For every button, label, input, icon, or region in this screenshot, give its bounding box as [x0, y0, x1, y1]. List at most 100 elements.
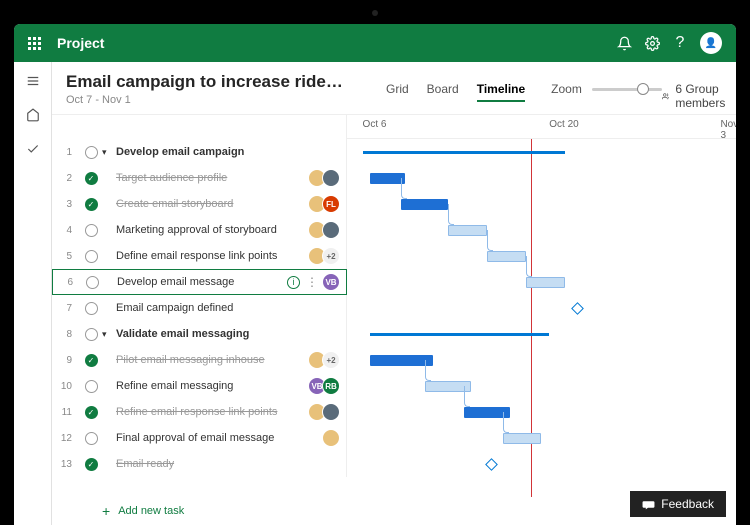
gantt-cell — [347, 191, 736, 217]
task-cell[interactable]: 2Target audience profile — [52, 165, 347, 191]
timeline-tick: Oct 6 — [363, 119, 387, 130]
gantt-cell — [347, 217, 736, 243]
task-name[interactable]: Validate email messaging — [116, 328, 340, 340]
complete-toggle[interactable] — [85, 328, 98, 341]
complete-toggle[interactable] — [85, 172, 98, 185]
task-cell[interactable]: 9Pilot email messaging inhouse+2 — [52, 347, 347, 373]
user-avatar[interactable]: 👤 — [700, 32, 722, 54]
task-name[interactable]: Email campaign defined — [116, 302, 340, 314]
complete-toggle[interactable] — [85, 146, 98, 159]
assignee-avatar[interactable]: +2 — [322, 351, 340, 369]
task-name[interactable]: Develop email message — [117, 276, 287, 288]
help-icon[interactable]: ? — [666, 29, 694, 57]
task-cell[interactable]: 6 Develop email messagei ⋮ VB — [52, 269, 347, 295]
task-name[interactable]: Refine email response link points — [116, 406, 312, 418]
task-cell[interactable]: 11Refine email response link points — [52, 399, 347, 425]
task-bar[interactable] — [370, 355, 432, 366]
complete-toggle[interactable] — [85, 380, 98, 393]
complete-toggle[interactable] — [85, 458, 98, 471]
task-cell[interactable]: 8 ▾Validate email messaging — [52, 321, 347, 347]
zoom-slider[interactable] — [592, 88, 662, 91]
expand-caret[interactable]: ▾ — [102, 329, 116, 340]
task-name[interactable]: Final approval of email message — [116, 432, 326, 444]
task-bar[interactable] — [448, 225, 487, 236]
task-bar[interactable] — [526, 277, 565, 288]
complete-toggle[interactable] — [86, 276, 99, 289]
app-name: Project — [57, 35, 104, 51]
dependency-link — [425, 360, 431, 381]
summary-bar[interactable] — [370, 333, 549, 336]
row-number: 5 — [52, 251, 80, 262]
menu-icon[interactable] — [17, 68, 49, 94]
complete-toggle[interactable] — [85, 302, 98, 315]
notifications-icon[interactable] — [610, 29, 638, 57]
settings-icon[interactable] — [638, 29, 666, 57]
task-name[interactable]: Marketing approval of storyboard — [116, 224, 312, 236]
milestone-marker[interactable] — [485, 458, 498, 471]
task-name[interactable]: Develop email campaign — [116, 146, 340, 158]
date-range: Oct 7 - Nov 1 — [66, 94, 346, 106]
info-icon[interactable]: i — [287, 276, 300, 289]
task-name[interactable]: Define email response link points — [116, 250, 312, 262]
assignee-avatar[interactable] — [322, 221, 340, 239]
task-cell[interactable]: 10Refine email messagingVBRB — [52, 373, 347, 399]
summary-bar[interactable] — [363, 151, 565, 154]
gantt-cell — [347, 295, 736, 321]
row-number: 1 — [52, 147, 80, 158]
assignee-avatar[interactable] — [322, 169, 340, 187]
row-number: 8 — [52, 329, 80, 340]
gantt-cell — [347, 451, 736, 477]
task-bar[interactable] — [401, 199, 448, 210]
task-cell[interactable]: 13 Email ready — [52, 451, 347, 477]
complete-toggle[interactable] — [85, 250, 98, 263]
milestone-marker[interactable] — [571, 302, 584, 315]
row-number: 6 — [53, 277, 81, 288]
task-cell[interactable]: 1 ▾Develop email campaign — [52, 139, 347, 165]
dependency-link — [401, 178, 407, 199]
task-name[interactable]: Refine email messaging — [116, 380, 312, 392]
dependency-link — [464, 386, 470, 407]
feedback-button[interactable]: Feedback — [630, 491, 726, 517]
task-row: 2Target audience profile — [52, 165, 736, 191]
assignee-avatar[interactable]: FL — [322, 195, 340, 213]
task-bar[interactable] — [503, 433, 542, 444]
row-number: 13 — [52, 459, 80, 470]
task-cell[interactable]: 3Create email storyboardFL — [52, 191, 347, 217]
view-tab-grid[interactable]: Grid — [386, 82, 409, 102]
task-cell[interactable]: 4Marketing approval of storyboard — [52, 217, 347, 243]
task-bar[interactable] — [370, 173, 405, 184]
task-name[interactable]: Pilot email messaging inhouse — [116, 354, 312, 366]
task-name[interactable]: Email ready — [116, 458, 340, 470]
project-title[interactable]: Email campaign to increase rider's aware… — [66, 72, 346, 92]
dependency-link — [526, 256, 532, 277]
complete-toggle[interactable] — [85, 406, 98, 419]
task-name[interactable]: Target audience profile — [116, 172, 312, 184]
task-row: 5 Define email response link points +2 — [52, 243, 736, 269]
app-launcher-icon[interactable] — [28, 37, 41, 50]
assignee-avatar[interactable] — [322, 429, 340, 447]
complete-toggle[interactable] — [85, 198, 98, 211]
gantt-cell — [347, 243, 736, 269]
group-members-button[interactable]: 6 Group members — [662, 82, 731, 110]
task-cell[interactable]: 12Final approval of email message — [52, 425, 347, 451]
complete-toggle[interactable] — [85, 432, 98, 445]
app-topbar: Project ? 👤 — [14, 24, 736, 62]
assignee-avatar[interactable]: RB — [322, 377, 340, 395]
gantt-cell — [347, 139, 736, 165]
task-name[interactable]: Create email storyboard — [116, 198, 312, 210]
assignee-avatar[interactable]: VB — [322, 273, 340, 291]
task-cell[interactable]: 7Email campaign defined — [52, 295, 347, 321]
plus-icon: + — [102, 503, 110, 519]
complete-toggle[interactable] — [85, 354, 98, 367]
home-icon[interactable] — [17, 102, 49, 128]
task-cell[interactable]: 5 Define email response link points +2 — [52, 243, 347, 269]
assignee-avatar[interactable] — [322, 403, 340, 421]
view-tab-board[interactable]: Board — [427, 82, 459, 102]
assignee-avatar[interactable]: +2 — [322, 247, 340, 265]
complete-toggle[interactable] — [85, 224, 98, 237]
view-tab-timeline[interactable]: Timeline — [477, 82, 525, 102]
expand-caret[interactable]: ▾ — [102, 147, 116, 158]
check-icon[interactable] — [17, 136, 49, 162]
more-icon[interactable]: ⋮ — [306, 275, 318, 289]
task-bar[interactable] — [487, 251, 526, 262]
